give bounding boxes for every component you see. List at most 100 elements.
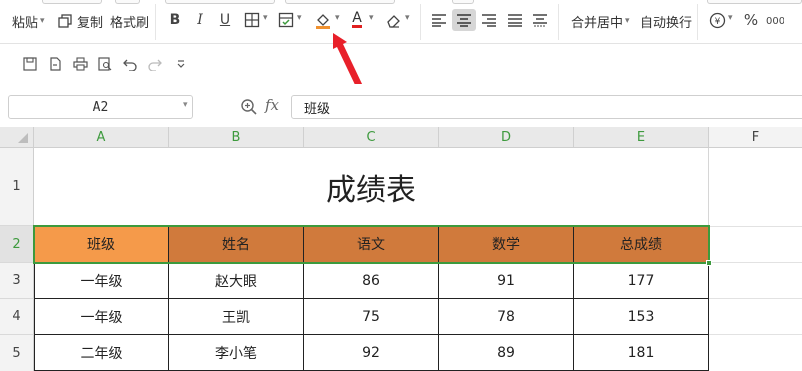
font-color-button[interactable]: A bbox=[348, 11, 366, 29]
cell-style-icon[interactable] bbox=[277, 11, 295, 29]
svg-text:000: 000 bbox=[766, 16, 784, 27]
chevron-down-icon[interactable]: ▾ bbox=[405, 13, 410, 23]
merge-center-button[interactable]: 合并居中 ▾ bbox=[571, 10, 630, 32]
table-cell[interactable]: 181 bbox=[574, 335, 709, 371]
divider bbox=[558, 4, 559, 40]
chevron-down-icon[interactable]: ▾ bbox=[263, 13, 268, 23]
header-cell-total[interactable]: 总成绩 bbox=[574, 226, 709, 263]
name-box[interactable]: A2 bbox=[8, 95, 193, 119]
copy-button[interactable]: 复制 bbox=[58, 10, 103, 32]
column-header-a[interactable]: A bbox=[34, 127, 169, 148]
currency-icon[interactable]: ¥ bbox=[708, 11, 726, 29]
fill-color-icon[interactable] bbox=[314, 11, 332, 29]
column-header-e[interactable]: E bbox=[574, 127, 709, 148]
print-icon[interactable] bbox=[71, 55, 89, 73]
italic-button[interactable]: I bbox=[191, 11, 209, 29]
font-color-label: A bbox=[352, 10, 362, 28]
row-header-1[interactable]: 1 bbox=[0, 148, 34, 226]
table-cell[interactable]: 91 bbox=[439, 263, 574, 299]
bold-button[interactable]: B bbox=[166, 11, 184, 29]
row-header-5[interactable]: 5 bbox=[0, 335, 34, 371]
column-header-d[interactable]: D bbox=[439, 127, 574, 148]
column-header-b[interactable]: B bbox=[169, 127, 304, 148]
header-label: 班级 bbox=[87, 237, 115, 253]
table-cell[interactable]: 153 bbox=[574, 299, 709, 335]
fill-handle[interactable] bbox=[706, 260, 712, 266]
table-cell[interactable]: 王凯 bbox=[169, 299, 304, 335]
table-cell[interactable]: 78 bbox=[439, 299, 574, 335]
underline-button[interactable]: U bbox=[216, 11, 234, 29]
header-cell-name[interactable]: 姓名 bbox=[169, 226, 304, 263]
row-label: 1 bbox=[12, 179, 21, 194]
chevron-down-icon[interactable]: ▾ bbox=[183, 100, 188, 110]
row-label: 3 bbox=[12, 273, 21, 288]
column-label: D bbox=[500, 129, 511, 145]
distribute-icon[interactable] bbox=[531, 11, 549, 29]
header-label: 姓名 bbox=[222, 237, 250, 253]
fx-button[interactable]: fx bbox=[265, 96, 279, 114]
table-cell[interactable]: 89 bbox=[439, 335, 574, 371]
ribbon-stub bbox=[115, 0, 140, 4]
wrap-text-button[interactable]: 自动换行 bbox=[640, 10, 692, 32]
redo-icon[interactable] bbox=[146, 55, 164, 73]
chevron-down-icon[interactable]: ▾ bbox=[335, 13, 340, 23]
row-header-2[interactable]: 2 bbox=[0, 226, 34, 263]
chevron-down-icon[interactable]: ▾ bbox=[728, 13, 733, 23]
select-all-corner[interactable] bbox=[0, 127, 34, 148]
percent-button[interactable]: % bbox=[742, 11, 760, 29]
zoom-icon[interactable] bbox=[240, 98, 258, 116]
column-header-f[interactable]: F bbox=[709, 127, 802, 148]
thousands-icon[interactable]: 000 bbox=[766, 11, 784, 29]
cell-value: 89 bbox=[497, 344, 515, 361]
cell-value: 92 bbox=[362, 344, 380, 361]
header-label: 总成绩 bbox=[620, 237, 662, 253]
align-left-icon[interactable] bbox=[430, 11, 448, 29]
format-painter-button[interactable]: 格式刷 bbox=[110, 10, 149, 32]
row-header-3[interactable]: 3 bbox=[0, 263, 34, 299]
chevron-down-icon[interactable]: ▾ bbox=[297, 13, 302, 23]
eraser-icon[interactable] bbox=[384, 11, 402, 29]
align-right-icon[interactable] bbox=[480, 11, 498, 29]
justify-icon[interactable] bbox=[506, 11, 524, 29]
header-cell-math[interactable]: 数学 bbox=[439, 226, 574, 263]
row-header-4[interactable]: 4 bbox=[0, 299, 34, 335]
svg-text:¥: ¥ bbox=[714, 17, 720, 27]
paste-button[interactable]: 粘贴 ▾ bbox=[12, 10, 45, 32]
gridline bbox=[709, 262, 802, 263]
header-cell-class[interactable]: 班级 bbox=[34, 226, 169, 263]
save-icon[interactable] bbox=[21, 55, 39, 73]
column-header-c[interactable]: C bbox=[304, 127, 439, 148]
table-cell[interactable]: 一年级 bbox=[34, 263, 169, 299]
cell-value: 75 bbox=[362, 308, 380, 325]
name-box-value: A2 bbox=[92, 99, 109, 115]
table-cell[interactable]: 86 bbox=[304, 263, 439, 299]
underline-label: U bbox=[219, 12, 231, 28]
cell-value: 181 bbox=[627, 344, 655, 361]
divider bbox=[420, 4, 421, 40]
table-cell[interactable]: 92 bbox=[304, 335, 439, 371]
formula-input[interactable]: 班级 bbox=[291, 95, 802, 119]
customize-toolbar-icon[interactable] bbox=[172, 55, 190, 73]
table-cell[interactable]: 二年级 bbox=[34, 335, 169, 371]
undo-icon[interactable] bbox=[121, 55, 139, 73]
column-label: F bbox=[751, 129, 760, 145]
title-cell[interactable]: 成绩表 bbox=[34, 148, 709, 226]
cell-value: 78 bbox=[497, 308, 515, 325]
align-center-icon[interactable] bbox=[452, 9, 476, 31]
table-cell[interactable]: 李小笔 bbox=[169, 335, 304, 371]
cell-value: 赵大眼 bbox=[215, 273, 257, 290]
table-cell[interactable]: 177 bbox=[574, 263, 709, 299]
print-preview-icon[interactable] bbox=[96, 55, 114, 73]
chevron-down-icon: ▾ bbox=[40, 16, 45, 26]
table-cell[interactable]: 赵大眼 bbox=[169, 263, 304, 299]
table-cell[interactable]: 75 bbox=[304, 299, 439, 335]
ribbon-stub bbox=[42, 0, 102, 4]
table-cell[interactable]: 一年级 bbox=[34, 299, 169, 335]
column-label: E bbox=[636, 129, 646, 145]
header-cell-chinese[interactable]: 语文 bbox=[304, 226, 439, 263]
format-painter-label: 格式刷 bbox=[110, 15, 150, 31]
header-label: 数学 bbox=[492, 237, 520, 253]
borders-icon[interactable] bbox=[243, 11, 261, 29]
chevron-down-icon[interactable]: ▾ bbox=[369, 13, 374, 23]
export-pdf-icon[interactable] bbox=[46, 55, 64, 73]
